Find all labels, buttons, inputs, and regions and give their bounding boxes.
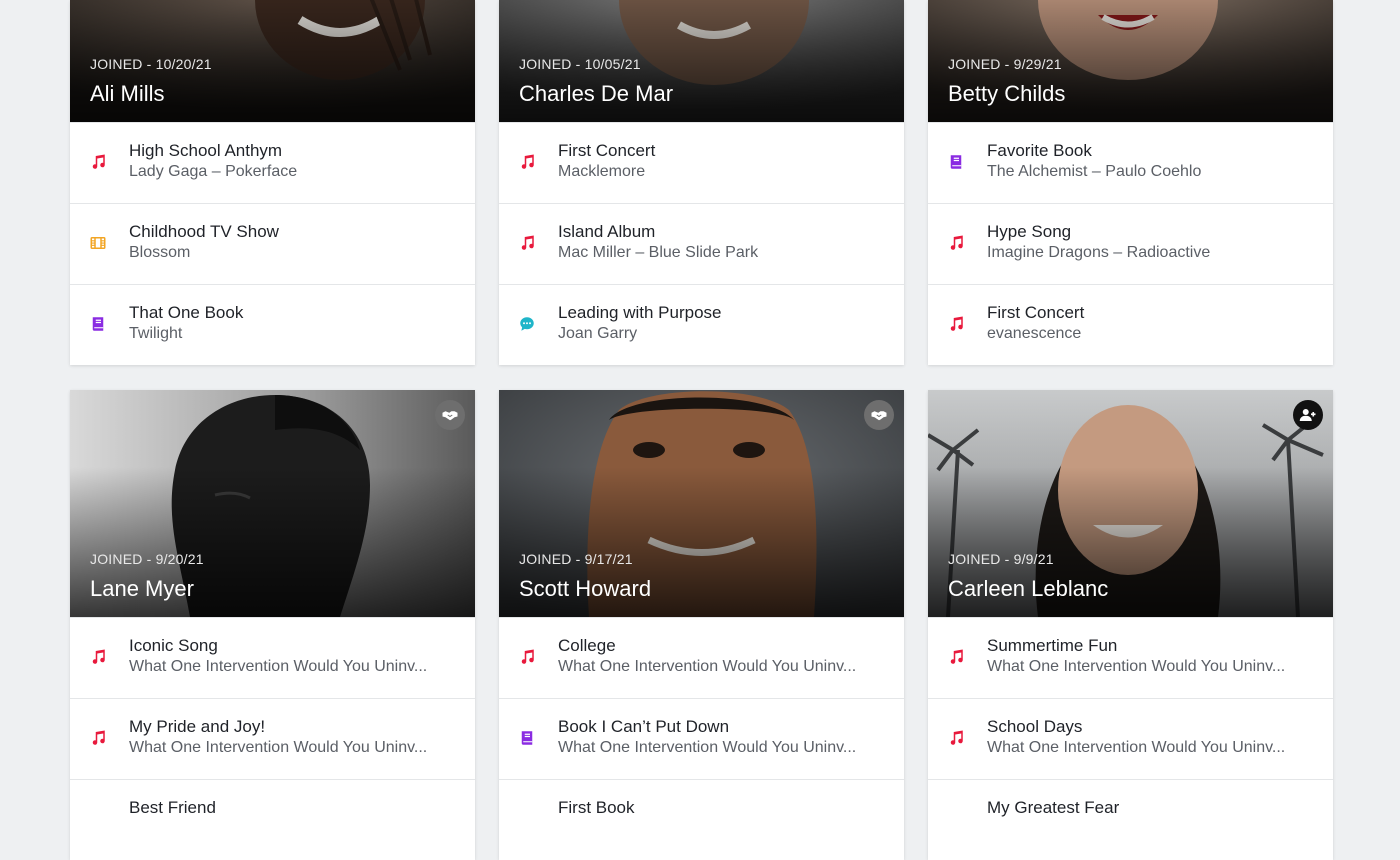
list-item[interactable]: College What One Intervention Would You …: [499, 617, 904, 698]
list-item[interactable]: Favorite Book The Alchemist – Paulo Coeh…: [928, 122, 1333, 203]
item-title: My Pride and Joy!: [129, 717, 266, 736]
member-photo-header: JOINED - 10/20/21 Ali Mills: [70, 0, 475, 122]
list-item[interactable]: First Concert Macklemore: [499, 122, 904, 203]
item-subtitle: The Alchemist – Paulo Coehlo: [987, 163, 1202, 180]
music-note-icon: [517, 647, 537, 667]
member-card[interactable]: JOINED - 10/05/21 Charles De Mar First C…: [499, 0, 904, 365]
member-name[interactable]: Scott Howard: [519, 576, 651, 602]
music-note-icon: [517, 233, 537, 253]
item-title: First Concert: [558, 141, 656, 160]
music-note-icon: [946, 728, 966, 748]
item-title: Island Album: [558, 222, 656, 241]
item-subtitle: What One Intervention Would You Uninv...: [558, 658, 857, 675]
joined-date: JOINED - 10/20/21: [90, 56, 212, 72]
item-subtitle: Joan Garry: [558, 325, 638, 342]
list-item[interactable]: Childhood TV Show Blossom: [70, 203, 475, 284]
member-card[interactable]: JOINED - 9/20/21 Lane Myer Iconic Song W…: [70, 390, 475, 860]
item-subtitle: Imagine Dragons – Radioactive: [987, 244, 1211, 261]
member-card[interactable]: JOINED - 10/20/21 Ali Mills High School …: [70, 0, 475, 365]
item-title: Summertime Fun: [987, 636, 1118, 655]
handshake-icon: [871, 411, 887, 421]
connect-button[interactable]: [864, 400, 894, 430]
list-item[interactable]: Best Friend: [70, 779, 475, 860]
item-subtitle: What One Intervention Would You Uninv...: [987, 739, 1286, 756]
member-photo-header: JOINED - 9/17/21 Scott Howard: [499, 390, 904, 617]
joined-date: JOINED - 10/05/21: [519, 56, 641, 72]
list-item[interactable]: Hype Song Imagine Dragons – Radioactive: [928, 203, 1333, 284]
item-title: Leading with Purpose: [558, 303, 722, 322]
item-subtitle: evanescence: [987, 325, 1082, 342]
item-title: Childhood TV Show: [129, 222, 279, 241]
book-icon: [517, 728, 537, 748]
joined-date: JOINED - 9/9/21: [948, 551, 1054, 567]
item-subtitle: What One Intervention Would You Uninv...: [558, 739, 857, 756]
list-item[interactable]: Island Album Mac Miller – Blue Slide Par…: [499, 203, 904, 284]
member-card[interactable]: JOINED - 9/29/21 Betty Childs Favorite B…: [928, 0, 1333, 365]
list-item[interactable]: My Pride and Joy! What One Intervention …: [70, 698, 475, 779]
list-item[interactable]: Leading with Purpose Joan Garry: [499, 284, 904, 365]
music-note-icon: [88, 647, 108, 667]
book-icon: [946, 152, 966, 172]
book-icon: [88, 314, 108, 334]
music-note-icon: [517, 152, 537, 172]
add-user-icon: [1299, 409, 1316, 421]
item-title: Hype Song: [987, 222, 1072, 241]
item-subtitle: Mac Miller – Blue Slide Park: [558, 244, 759, 261]
music-note-icon: [946, 647, 966, 667]
member-name[interactable]: Betty Childs: [948, 81, 1065, 107]
item-subtitle: Macklemore: [558, 163, 646, 180]
member-photo-header: JOINED - 9/29/21 Betty Childs: [928, 0, 1333, 122]
music-note-icon: [946, 233, 966, 253]
list-item[interactable]: High School Anthym Lady Gaga – Pokerface: [70, 122, 475, 203]
member-name[interactable]: Ali Mills: [90, 81, 165, 107]
item-title: College: [558, 636, 616, 655]
member-name[interactable]: Carleen Leblanc: [948, 576, 1108, 602]
list-item[interactable]: That One Book Twilight: [70, 284, 475, 365]
music-note-icon: [88, 152, 108, 172]
chat-bubble-icon: [517, 314, 537, 334]
handshake-icon: [442, 411, 458, 421]
list-item[interactable]: First Concert evanescence: [928, 284, 1333, 365]
list-item[interactable]: School Days What One Intervention Would …: [928, 698, 1333, 779]
item-subtitle: What One Intervention Would You Uninv...: [129, 658, 428, 675]
item-title: That One Book: [129, 303, 244, 322]
item-title: High School Anthym: [129, 141, 283, 160]
connect-button[interactable]: [435, 400, 465, 430]
member-name[interactable]: Charles De Mar: [519, 81, 673, 107]
item-title: Iconic Song: [129, 636, 218, 655]
item-title: School Days: [987, 717, 1083, 736]
member-photo-header: JOINED - 10/05/21 Charles De Mar: [499, 0, 904, 122]
film-icon: [88, 233, 108, 253]
list-item[interactable]: Iconic Song What One Intervention Would …: [70, 617, 475, 698]
item-subtitle: What One Intervention Would You Uninv...: [987, 658, 1286, 675]
member-card[interactable]: JOINED - 9/9/21 Carleen Leblanc Summerti…: [928, 390, 1333, 860]
member-photo-header: JOINED - 9/20/21 Lane Myer: [70, 390, 475, 617]
item-subtitle: Lady Gaga – Pokerface: [129, 163, 298, 180]
item-title: Book I Can’t Put Down: [558, 717, 730, 736]
item-title: First Concert: [987, 303, 1085, 322]
item-title: Favorite Book: [987, 141, 1092, 160]
joined-date: JOINED - 9/20/21: [90, 551, 204, 567]
item-subtitle: What One Intervention Would You Uninv...: [129, 739, 428, 756]
member-photo-header: JOINED - 9/9/21 Carleen Leblanc: [928, 390, 1333, 617]
item-subtitle: Twilight: [129, 325, 183, 342]
member-name[interactable]: Lane Myer: [90, 576, 194, 602]
list-item[interactable]: Summertime Fun What One Intervention Wou…: [928, 617, 1333, 698]
list-item[interactable]: My Greatest Fear: [928, 779, 1333, 860]
list-item[interactable]: Book I Can’t Put Down What One Intervent…: [499, 698, 904, 779]
item-title: First Book: [558, 798, 635, 817]
joined-date: JOINED - 9/29/21: [948, 56, 1062, 72]
item-title: Best Friend: [129, 798, 216, 817]
member-card[interactable]: JOINED - 9/17/21 Scott Howard College Wh…: [499, 390, 904, 860]
item-title: My Greatest Fear: [987, 798, 1120, 817]
music-note-icon: [946, 314, 966, 334]
list-item[interactable]: First Book: [499, 779, 904, 860]
add-connection-button[interactable]: [1293, 400, 1323, 430]
joined-date: JOINED - 9/17/21: [519, 551, 633, 567]
item-subtitle: Blossom: [129, 244, 191, 261]
music-note-icon: [88, 728, 108, 748]
